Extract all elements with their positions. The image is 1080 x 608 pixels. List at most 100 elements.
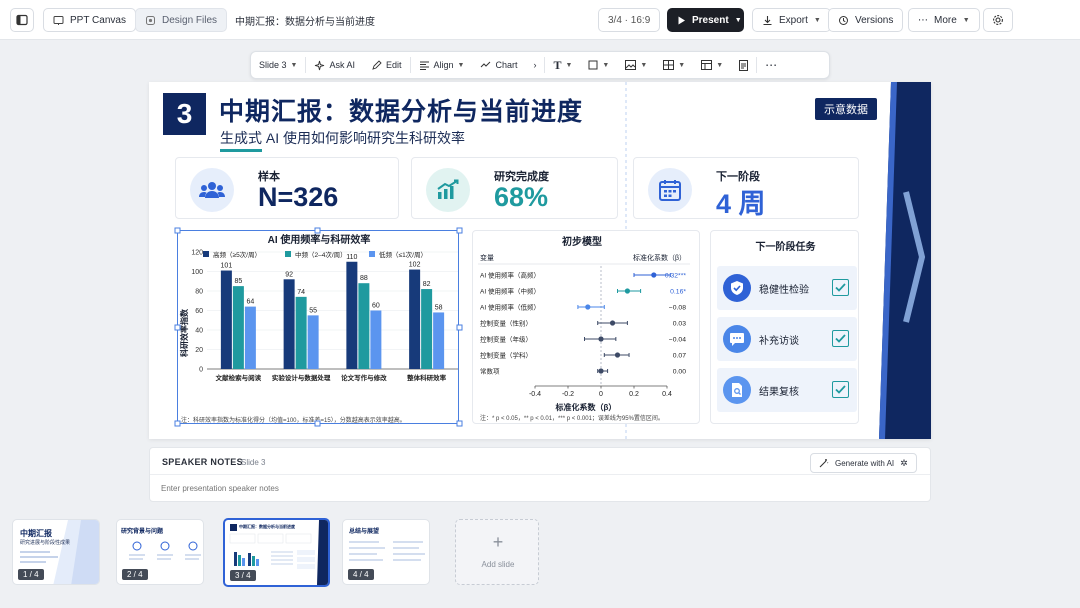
tab-design-files[interactable]: Design Files <box>135 8 228 32</box>
slide-subtitle[interactable]: 生成式 AI 使用如何影响研究生科研效率 <box>220 128 465 148</box>
growth-chart-icon <box>426 168 470 212</box>
kpi-value: 68% <box>494 182 549 212</box>
speaker-notes-input[interactable] <box>161 479 921 497</box>
tab-label: PPT Canvas <box>70 14 126 26</box>
settings-button[interactable] <box>983 8 1013 32</box>
slide-title[interactable]: 中期汇报：数据分析与当前进度 <box>219 92 583 128</box>
kpi-card-sample[interactable]: 样本 N=326 <box>175 157 399 219</box>
edit-button[interactable]: Edit <box>363 52 410 78</box>
checkbox-checked-icon[interactable] <box>832 330 849 347</box>
bar-value-label: 88 <box>360 275 368 282</box>
present-button[interactable]: Present ▼ <box>667 8 744 32</box>
versions-button[interactable]: Versions <box>828 8 904 32</box>
ask-ai-button[interactable]: Ask AI <box>306 52 363 78</box>
coefficient-value: 0.00 <box>673 369 686 376</box>
plus-icon: + <box>492 532 504 552</box>
calendar-icon <box>648 168 692 212</box>
slide-toolbar: Slide 3 ▼ Ask AI Edit Align ▼ Chart › T ▼ ▼… <box>250 51 830 79</box>
document-search-icon <box>723 376 751 404</box>
more-dots-icon: ⋯ <box>918 14 928 26</box>
play-icon <box>678 16 685 24</box>
coefficient-value: 0.32*** <box>665 273 687 280</box>
notes-tool-icon[interactable] <box>731 52 756 78</box>
download-icon <box>763 15 772 25</box>
x-tick-label: -0.2 <box>562 391 574 398</box>
slide-thumbnail-2[interactable]: 研究背景与问题 2 / 4 <box>116 519 204 585</box>
chat-bubble-icon <box>723 325 751 353</box>
chart-icon <box>481 61 491 67</box>
coefficient-point <box>614 352 621 358</box>
more-options-icon[interactable]: ⋯ <box>757 52 785 78</box>
variable-label: AI 使用频率（中频） <box>480 287 540 296</box>
slide-info: 3/4 · 16:9 <box>598 8 661 32</box>
generate-with-ai-button[interactable]: Generate with AI ✲ <box>810 453 917 473</box>
chevron-right-icon[interactable]: › <box>525 52 544 78</box>
coefficient-point <box>651 272 657 278</box>
table-tool-icon[interactable]: ▼ <box>655 52 693 78</box>
thumb-number: 4 / 4 <box>348 569 374 580</box>
export-button[interactable]: Export ▼ <box>752 8 831 32</box>
shape-tool-icon[interactable]: ▼ <box>580 52 617 78</box>
legend-swatch <box>285 251 291 257</box>
document-title: 中期汇报：数据分析与当前进度 <box>235 17 375 28</box>
sample-data-badge: 示意数据 <box>815 98 877 120</box>
kpi-card-progress[interactable]: 研究完成度 68% <box>411 157 618 219</box>
legend-label: 中频（2–4次/周） <box>295 250 347 259</box>
add-slide-button[interactable]: + Add slide <box>455 519 539 585</box>
tab-label: Design Files <box>162 14 218 26</box>
bar <box>295 296 307 369</box>
coefficient-point <box>609 320 616 326</box>
slide-canvas[interactable]: 3 中期汇报：数据分析与当前进度 生成式 AI 使用如何影响研究生科研效率 示意… <box>149 82 931 439</box>
more-button[interactable]: ⋯ More ▼ <box>908 8 980 32</box>
slide-thumbnail-4[interactable]: 总结与展望 4 / 4 <box>342 519 430 585</box>
image-tool-icon[interactable]: ▼ <box>617 52 655 78</box>
coefficient-point <box>585 304 591 310</box>
layout-tool-icon[interactable]: ▼ <box>693 52 731 78</box>
bar-chart[interactable]: AI 使用频率与科研效率 科研效率指数 注：科研效率指数为标准化得分（均值=10… <box>173 226 465 428</box>
pencil-icon <box>372 59 382 70</box>
kpi-card-next-phase[interactable]: 下一阶段 4 周 <box>633 157 859 219</box>
gear-icon <box>993 15 1003 25</box>
bar <box>220 270 232 369</box>
task-label: 补充访谈 <box>759 336 799 347</box>
slide-selector[interactable]: Slide 3 ▼ <box>251 52 305 78</box>
bar <box>370 310 382 369</box>
slides-icon <box>53 15 64 25</box>
top-bar: PPT Canvas Design Files 中期汇报：数据分析与当前进度 3… <box>0 0 1080 40</box>
slide-thumbnail-1[interactable]: 中期汇报 研究进展与阶段性成果 1 / 4 <box>12 519 100 585</box>
coefficient-value: −0.08 <box>669 305 686 312</box>
checkbox-checked-icon[interactable] <box>832 381 849 398</box>
thumb-number: 1 / 4 <box>18 569 44 580</box>
tasks-card[interactable]: 下一阶段任务 稳健性检验 补充访谈 结果复核 <box>710 230 859 424</box>
chart-button[interactable]: Chart <box>472 52 525 78</box>
bar-value-label: 58 <box>435 304 443 311</box>
y-axis-label: 科研效率指数 <box>179 308 189 357</box>
variable-label: AI 使用频率（高频） <box>480 271 540 280</box>
subtitle-underline <box>220 149 262 152</box>
bar <box>244 306 256 369</box>
task-item[interactable]: 结果复核 <box>717 368 857 412</box>
variable-label: AI 使用频率（低频） <box>480 303 540 312</box>
slide-thumbnail-3-selected[interactable]: 中期汇报：数据分析与当前进度 3 / 4 <box>223 518 330 587</box>
checkbox-checked-icon[interactable] <box>832 279 849 296</box>
coefficient-value: −0.04 <box>669 337 686 344</box>
align-left-icon <box>419 61 429 70</box>
kpi-value: N=326 <box>258 182 339 212</box>
coefficient-plot[interactable]: 初步模型 变量 标准化系数（β） AI 使用频率（高频） 0.32*** AI 使用… <box>472 230 700 424</box>
x-tick-label: 0.4 <box>662 391 672 398</box>
task-item[interactable]: 稳健性检验 <box>717 266 857 310</box>
x-tick-label: 0 <box>599 391 603 398</box>
align-button[interactable]: Align ▼ <box>411 52 473 78</box>
bar-value-label: 101 <box>221 263 233 270</box>
x-tick-label: 整体科研效率 <box>407 373 447 382</box>
x-tick-label: 0.2 <box>629 391 639 398</box>
thumb-number: 2 / 4 <box>122 569 148 580</box>
task-item[interactable]: 补充访谈 <box>717 317 857 361</box>
column-header-coefficient: 标准化系数（β） <box>633 253 686 262</box>
sidebar-toggle-icon[interactable] <box>10 8 34 32</box>
text-tool-icon[interactable]: T ▼ <box>545 52 580 78</box>
tab-ppt-canvas[interactable]: PPT Canvas <box>43 8 136 32</box>
x-axis-label: 标准化系数（β） <box>555 402 617 412</box>
bar <box>346 261 358 369</box>
variable-label: 常数项 <box>480 367 500 376</box>
